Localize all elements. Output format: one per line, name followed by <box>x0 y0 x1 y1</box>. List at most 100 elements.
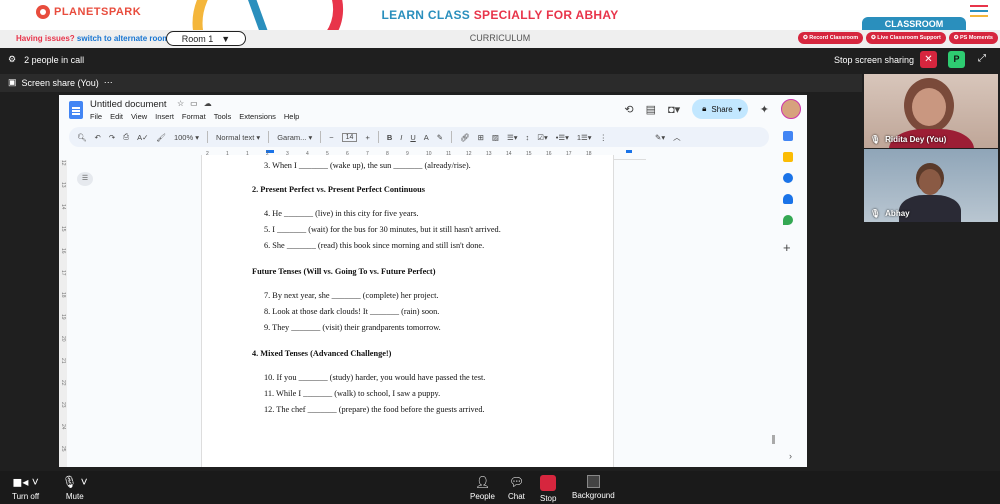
chevron-right-icon[interactable]: › <box>789 451 792 461</box>
doc-question-line[interactable]: 12. The chef _______ (prepare) the food … <box>264 405 485 414</box>
stop-share-button[interactable]: Stop <box>540 475 556 503</box>
docs-icon[interactable] <box>69 101 83 119</box>
line-spacing-icon[interactable]: ↕ <box>526 133 530 142</box>
image-icon[interactable]: ▨ <box>492 133 499 142</box>
style-select[interactable]: Normal text ▾ <box>216 133 260 142</box>
edit-mode-icon[interactable]: ✎▾ <box>655 133 665 142</box>
spellcheck-icon[interactable]: A✓ <box>137 133 148 142</box>
redo-icon[interactable]: ↷ <box>109 133 115 142</box>
bullet-list-icon[interactable]: •☰▾ <box>556 133 569 142</box>
toolbar-divider <box>207 131 208 143</box>
undo-icon[interactable]: ↶ <box>95 133 101 142</box>
participant-tile[interactable]: 🎙︎ Abhay <box>864 149 998 222</box>
search-icon[interactable]: 🔍︎ <box>77 133 87 142</box>
menu-edit[interactable]: Edit <box>110 112 123 121</box>
menu-format[interactable]: Format <box>182 112 206 121</box>
stop-sharing-button[interactable]: ✕ <box>920 51 937 68</box>
doc-heading[interactable]: Future Tenses (Will vs. Going To vs. Fut… <box>252 267 435 276</box>
link-icon[interactable]: 🔗︎ <box>460 133 470 142</box>
add-icon[interactable]: + <box>783 240 793 255</box>
increase-font-icon[interactable]: + <box>365 133 369 142</box>
share-label: Share <box>711 104 733 114</box>
move-folder-icon[interactable]: ▭ <box>190 99 198 108</box>
user-avatar[interactable] <box>781 99 801 119</box>
vertical-ruler[interactable]: 121314151617181920212223242526 <box>59 160 67 467</box>
doc-heading[interactable]: 4. Mixed Tenses (Advanced Challenge!) <box>252 349 391 358</box>
vruler-tick-label: 12 <box>60 160 66 166</box>
doc-question-line[interactable]: 10. If you _______ (study) harder, you w… <box>264 373 485 382</box>
menu-view[interactable]: View <box>131 112 147 121</box>
doc-heading[interactable]: 2. Present Perfect vs. Present Perfect C… <box>252 185 425 194</box>
style-value: Normal text <box>216 132 255 142</box>
hamburger-menu-icon[interactable] <box>970 5 988 20</box>
participant-tile[interactable]: 🎙︎ Ridita Dey (You) <box>864 74 998 148</box>
text-color-icon[interactable]: A <box>424 133 429 142</box>
microphone-icon: 🎙︎ ˅ <box>62 475 88 489</box>
camera-button[interactable]: ◼︎◂ ˅ Turn off <box>12 475 39 501</box>
people-button[interactable]: 👤︎ People <box>470 475 495 501</box>
italic-icon[interactable]: I <box>400 133 402 142</box>
ps-moments-button[interactable]: ✪ PS Moments <box>948 32 998 44</box>
doc-question-line[interactable]: 3. When I _______ (wake up), the sun ___… <box>264 161 471 170</box>
expand-icon[interactable]: ⤢ <box>978 53 986 64</box>
font-size-input[interactable]: 14 <box>341 132 358 142</box>
decrease-font-icon[interactable]: − <box>329 133 333 142</box>
gear-icon[interactable]: ⚙ <box>8 54 16 65</box>
stop-share-icon <box>540 475 557 491</box>
outline-icon[interactable]: ☰ <box>77 172 93 186</box>
comment-icon[interactable]: ▤ <box>646 103 656 116</box>
tasks-icon[interactable] <box>783 173 793 183</box>
meet-icon[interactable]: ◘▾ <box>668 103 680 116</box>
more-dots-icon[interactable]: ⋯ <box>104 77 113 88</box>
background-button[interactable]: Background <box>572 475 615 500</box>
share-button[interactable]: 🔒︎ Share ▾ <box>692 99 748 119</box>
paint-format-icon[interactable]: 🖌︎ <box>156 133 166 142</box>
keep-icon[interactable] <box>783 152 793 162</box>
history-icon[interactable]: ⟲ <box>624 103 633 116</box>
menu-insert[interactable]: Insert <box>155 112 174 121</box>
calendar-icon[interactable] <box>783 131 793 141</box>
share-dropdown-icon[interactable]: ▾ <box>738 105 742 114</box>
doc-question-line[interactable]: 11. While I _______ (walk) to school, I … <box>264 389 440 398</box>
checklist-icon[interactable]: ☑▾ <box>537 133 548 142</box>
bold-icon[interactable]: B <box>387 133 392 142</box>
people-count: 2 people in call <box>24 54 85 65</box>
side-panel-icons: + <box>783 131 793 255</box>
doc-question-line[interactable]: 4. He _______ (live) in this city for fi… <box>264 209 419 218</box>
scrollbar[interactable] <box>772 435 775 444</box>
add-comment-icon[interactable]: ⊞ <box>478 133 484 142</box>
numbered-list-icon[interactable]: 1☰▾ <box>577 133 592 142</box>
menu-extensions[interactable]: Extensions <box>239 112 276 121</box>
classroom-tab[interactable]: CLASSROOM <box>862 17 966 31</box>
menu-tools[interactable]: Tools <box>214 112 232 121</box>
doc-question-line[interactable]: 7. By next year, she _______ (complete) … <box>264 291 439 300</box>
doc-question-line[interactable]: 6. She _______ (read) this book since mo… <box>264 241 484 250</box>
highlight-icon[interactable]: ✎ <box>437 133 443 142</box>
doc-question-line[interactable]: 9. They _______ (visit) their grandparen… <box>264 323 441 332</box>
collapse-icon[interactable]: ︿ <box>673 132 681 143</box>
gemini-icon[interactable]: ✦ <box>760 103 769 116</box>
contacts-icon[interactable] <box>783 194 793 204</box>
menu-help[interactable]: Help <box>284 112 299 121</box>
star-icon[interactable]: ☆ <box>177 99 184 108</box>
zoom-select[interactable]: 100% ▾ <box>174 133 199 142</box>
live-support-button[interactable]: ✪ Live Classroom Support <box>866 32 946 44</box>
maps-icon[interactable] <box>783 215 793 225</box>
doc-title[interactable]: Untitled document <box>90 99 167 110</box>
menu-file[interactable]: File <box>90 112 102 121</box>
document-page[interactable]: 3. When I _______ (wake up), the sun ___… <box>201 155 614 467</box>
presenter-avatar[interactable]: P <box>948 51 965 68</box>
font-select[interactable]: Garam... ▾ <box>277 133 312 142</box>
screen-share-tab[interactable]: ▣ Screen share (You) ⋯ <box>8 77 113 88</box>
record-classroom-button[interactable]: ✪ Record Classroom <box>798 32 864 44</box>
vruler-tick-label: 23 <box>60 402 66 408</box>
mute-button[interactable]: 🎙︎ ˅ Mute <box>62 475 88 501</box>
chat-button[interactable]: 💬︎ Chat <box>508 475 525 501</box>
print-icon[interactable]: ⎙ <box>123 132 129 142</box>
doc-question-line[interactable]: 8. Look at those dark clouds! It _______… <box>264 307 439 316</box>
more-options-icon[interactable]: ⋮ <box>600 133 608 142</box>
underline-icon[interactable]: U <box>410 133 415 142</box>
align-icon[interactable]: ☰▾ <box>507 133 518 142</box>
doc-question-line[interactable]: 5. I _______ (wait) for the bus for 30 m… <box>264 225 501 234</box>
cloud-icon[interactable]: ☁ <box>204 99 212 108</box>
